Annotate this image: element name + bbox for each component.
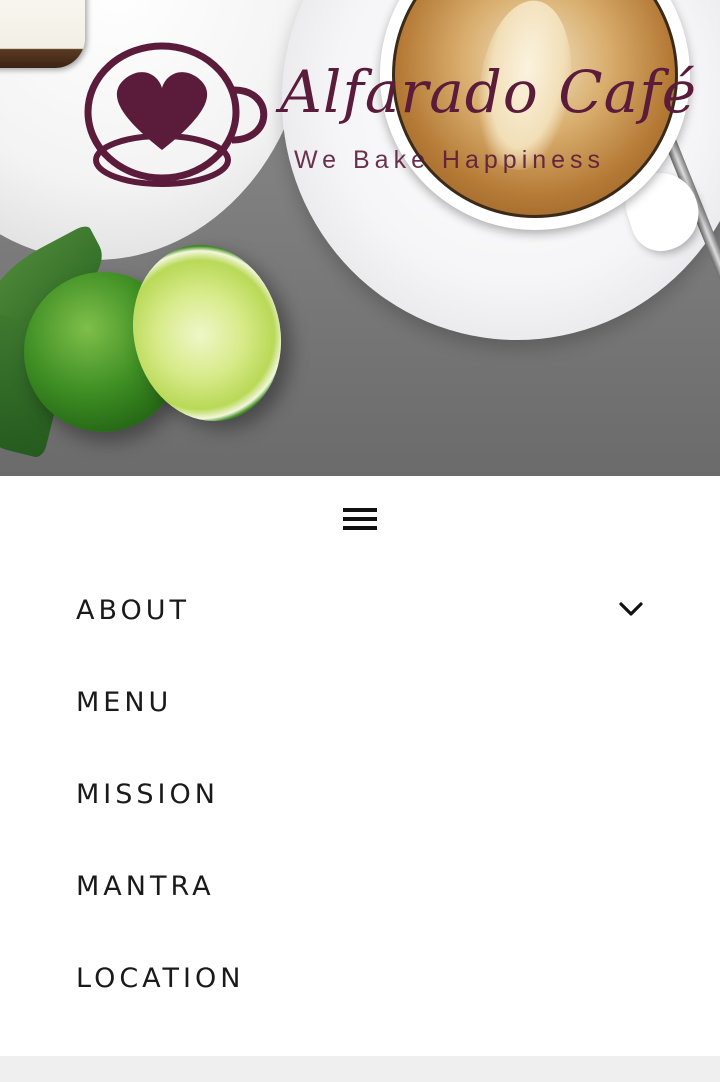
heart-cup-logo-icon	[84, 42, 268, 187]
brand-tagline: We Bake Happiness	[294, 146, 606, 174]
nav-item-label: MANTRA	[76, 870, 215, 902]
hero-banner: Alfarado Café We Bake Happiness	[0, 0, 720, 476]
nav-item-label: LOCATION	[76, 962, 245, 994]
hamburger-icon	[343, 508, 377, 530]
footer-strip	[0, 1056, 720, 1082]
nav-item-mission[interactable]: MISSION	[76, 764, 646, 824]
brand-name: Alfarado Café	[280, 58, 698, 126]
nav-item-about[interactable]: ABOUT	[76, 580, 646, 640]
menu-toggle-button[interactable]	[336, 499, 384, 539]
nav-item-label: MISSION	[76, 778, 219, 810]
nav-item-label: MENU	[76, 686, 173, 718]
site-logo[interactable]: Alfarado Café We Bake Happiness	[84, 40, 696, 210]
cheesecake-slice	[0, 0, 85, 68]
chevron-down-icon	[619, 602, 643, 616]
nav-item-mantra[interactable]: MANTRA	[76, 856, 646, 916]
nav-item-label: ABOUT	[76, 594, 191, 626]
nav-item-location[interactable]: LOCATION	[76, 948, 646, 1008]
submenu-toggle[interactable]	[616, 594, 646, 624]
nav-item-menu[interactable]: MENU	[76, 672, 646, 732]
